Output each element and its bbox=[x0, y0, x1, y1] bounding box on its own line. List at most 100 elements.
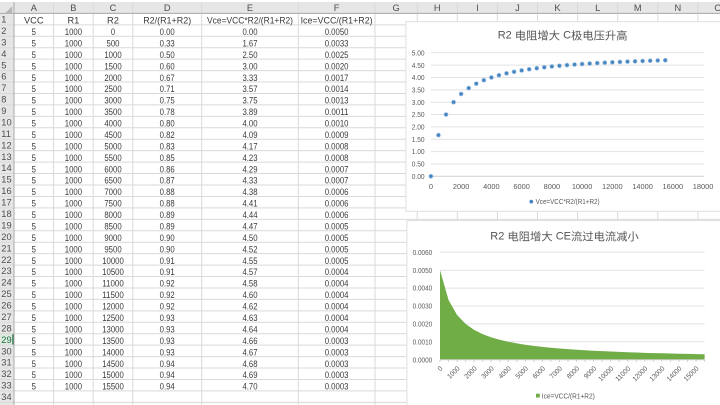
svg-text:1000: 1000 bbox=[65, 61, 82, 71]
svg-text:B: B bbox=[70, 3, 76, 13]
svg-text:9500: 9500 bbox=[104, 244, 121, 254]
svg-text:J: J bbox=[515, 3, 520, 13]
svg-text:34: 34 bbox=[1, 392, 11, 402]
svg-text:0.0004: 0.0004 bbox=[325, 324, 349, 334]
svg-text:1000: 1000 bbox=[65, 84, 82, 94]
svg-text:3.00: 3.00 bbox=[412, 98, 425, 107]
svg-text:1: 1 bbox=[1, 15, 6, 25]
svg-text:1000: 1000 bbox=[65, 141, 82, 151]
svg-text:31: 31 bbox=[1, 358, 11, 368]
svg-text:3: 3 bbox=[1, 37, 6, 47]
svg-text:22: 22 bbox=[1, 255, 11, 265]
svg-text:21: 21 bbox=[1, 243, 11, 253]
svg-text:14000: 14000 bbox=[632, 182, 653, 191]
svg-text:0.88: 0.88 bbox=[160, 187, 175, 197]
svg-text:3.57: 3.57 bbox=[242, 84, 257, 94]
svg-text:0.71: 0.71 bbox=[160, 84, 175, 94]
svg-text:4.69: 4.69 bbox=[242, 370, 257, 380]
svg-text:0.0020: 0.0020 bbox=[413, 320, 433, 329]
svg-text:17: 17 bbox=[1, 198, 11, 208]
svg-text:15500: 15500 bbox=[102, 382, 124, 392]
svg-text:1000: 1000 bbox=[65, 233, 82, 243]
svg-text:4.52: 4.52 bbox=[242, 244, 257, 254]
svg-text:8000: 8000 bbox=[104, 210, 121, 220]
svg-text:1000: 1000 bbox=[65, 50, 82, 60]
svg-text:13000: 13000 bbox=[102, 324, 124, 334]
svg-text:0.0006: 0.0006 bbox=[325, 210, 349, 220]
svg-text:R2: R2 bbox=[498, 30, 512, 42]
svg-text:4.55: 4.55 bbox=[242, 256, 257, 266]
svg-text:5: 5 bbox=[32, 347, 36, 357]
svg-text:5500: 5500 bbox=[104, 153, 121, 163]
svg-text:5: 5 bbox=[32, 324, 36, 334]
svg-text:0.91: 0.91 bbox=[160, 267, 175, 277]
svg-text:0.92: 0.92 bbox=[160, 290, 175, 300]
svg-text:32: 32 bbox=[1, 369, 11, 379]
svg-text:G: G bbox=[392, 3, 399, 13]
svg-text:10000: 10000 bbox=[572, 182, 593, 191]
svg-text:0.0006: 0.0006 bbox=[325, 187, 349, 197]
svg-text:4.00: 4.00 bbox=[412, 73, 425, 82]
svg-text:0.0003: 0.0003 bbox=[325, 382, 349, 392]
svg-text:0.82: 0.82 bbox=[160, 130, 175, 140]
svg-text:1000: 1000 bbox=[65, 313, 82, 323]
svg-text:1000: 1000 bbox=[65, 73, 82, 83]
svg-text:0.0003: 0.0003 bbox=[325, 347, 349, 357]
svg-text:0.0050: 0.0050 bbox=[413, 266, 433, 275]
svg-text:0.50: 0.50 bbox=[160, 50, 175, 60]
svg-text:11000: 11000 bbox=[102, 279, 124, 289]
svg-text:0.0003: 0.0003 bbox=[325, 370, 349, 380]
svg-text:7500: 7500 bbox=[104, 199, 121, 209]
svg-text:1.00: 1.00 bbox=[412, 147, 425, 156]
svg-text:2500: 2500 bbox=[104, 84, 121, 94]
svg-text:0.0010: 0.0010 bbox=[325, 119, 349, 129]
svg-text:1000: 1000 bbox=[65, 302, 82, 312]
svg-text:10500: 10500 bbox=[102, 267, 124, 277]
svg-text:0.0011: 0.0011 bbox=[325, 107, 349, 117]
svg-text:5: 5 bbox=[32, 302, 36, 312]
svg-text:7000: 7000 bbox=[104, 187, 121, 197]
svg-text:1000: 1000 bbox=[65, 256, 82, 266]
svg-text:0.90: 0.90 bbox=[160, 244, 175, 254]
svg-text:5: 5 bbox=[32, 313, 36, 323]
svg-text:0.0000: 0.0000 bbox=[413, 355, 433, 364]
svg-text:1000: 1000 bbox=[65, 38, 82, 48]
svg-text:0.0017: 0.0017 bbox=[325, 73, 349, 83]
svg-text:1000: 1000 bbox=[65, 107, 82, 117]
svg-text:5: 5 bbox=[32, 256, 36, 266]
svg-text:5: 5 bbox=[32, 233, 36, 243]
svg-text:0.78: 0.78 bbox=[160, 107, 175, 117]
svg-text:0.0004: 0.0004 bbox=[325, 313, 349, 323]
svg-text:0.0004: 0.0004 bbox=[325, 267, 349, 277]
svg-text:13: 13 bbox=[1, 152, 11, 162]
svg-text:F: F bbox=[334, 3, 340, 13]
svg-text:4.58: 4.58 bbox=[242, 279, 257, 289]
svg-text:1000: 1000 bbox=[65, 370, 82, 380]
svg-text:1000: 1000 bbox=[65, 119, 82, 129]
svg-text:8: 8 bbox=[1, 95, 6, 105]
svg-text:4.68: 4.68 bbox=[242, 359, 257, 369]
svg-text:0.0003: 0.0003 bbox=[325, 359, 349, 369]
svg-text:R2: R2 bbox=[107, 16, 119, 26]
svg-text:0.0004: 0.0004 bbox=[325, 279, 349, 289]
svg-text:5: 5 bbox=[32, 187, 36, 197]
svg-text:1.50: 1.50 bbox=[412, 135, 425, 144]
svg-text:0.0003: 0.0003 bbox=[325, 336, 349, 346]
svg-text:0.0007: 0.0007 bbox=[325, 164, 349, 174]
svg-text:2.50: 2.50 bbox=[412, 110, 425, 119]
svg-text:15: 15 bbox=[1, 175, 11, 185]
svg-text:3000: 3000 bbox=[104, 96, 121, 106]
svg-text:0.94: 0.94 bbox=[160, 359, 175, 369]
svg-text:5: 5 bbox=[32, 336, 36, 346]
svg-text:M: M bbox=[634, 3, 642, 13]
svg-text:4.57: 4.57 bbox=[242, 267, 257, 277]
svg-text:3500: 3500 bbox=[104, 107, 121, 117]
svg-text:5: 5 bbox=[32, 382, 36, 392]
svg-text:Ice=VCC/(R1+R2): Ice=VCC/(R1+R2) bbox=[301, 16, 373, 26]
svg-text:5: 5 bbox=[32, 221, 36, 231]
svg-text:0.00: 0.00 bbox=[242, 27, 257, 37]
svg-text:0.0008: 0.0008 bbox=[325, 153, 349, 163]
svg-text:D: D bbox=[164, 3, 171, 13]
svg-text:3.75: 3.75 bbox=[242, 96, 257, 106]
svg-text:4.17: 4.17 bbox=[242, 141, 257, 151]
